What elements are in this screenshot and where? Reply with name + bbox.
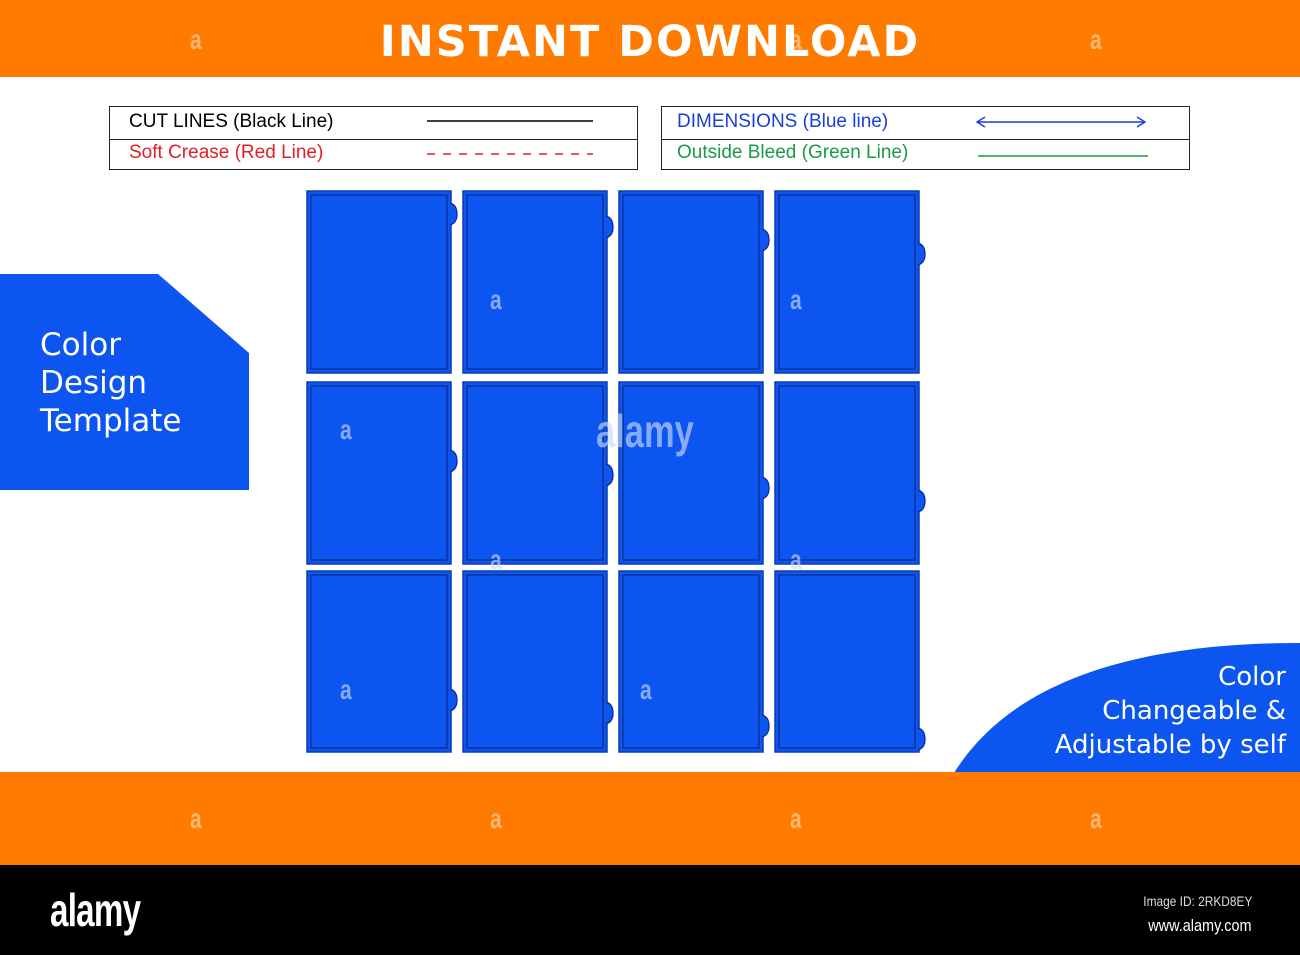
panel-bleed-edge xyxy=(462,381,608,565)
panel-bleed-edge xyxy=(774,381,920,565)
footer-url[interactable]: www.alamy.com xyxy=(1149,916,1252,936)
panel-bleed-edge xyxy=(774,190,920,374)
panel-cut-line xyxy=(310,574,448,749)
legend-row-outside-bleed: Outside Bleed (Green Line) xyxy=(662,139,1189,171)
panel-cut-line xyxy=(622,194,760,370)
bleed-line-sample xyxy=(978,155,1148,157)
panel-tab xyxy=(761,714,770,738)
panel-cut-line xyxy=(622,574,760,749)
dieline-panel xyxy=(306,190,458,374)
legend-label-cut-lines: CUT LINES (Black Line) xyxy=(129,111,334,132)
panel-bleed-edge xyxy=(618,190,764,374)
panel-cut-line xyxy=(310,194,448,370)
dieline-panel xyxy=(462,190,614,374)
panel-tab xyxy=(761,476,770,500)
crease-line-sample xyxy=(427,153,593,155)
panel-tab xyxy=(917,242,926,266)
panel-bleed-edge xyxy=(462,570,608,753)
dimension-arrow-sample xyxy=(975,116,1147,128)
dieline-panel xyxy=(462,381,614,565)
panel-cut-line xyxy=(310,385,448,561)
watermark-glyph: a xyxy=(1090,803,1102,834)
side-badge-line: Template xyxy=(40,403,182,439)
dieline-panel xyxy=(306,570,458,753)
side-badge-text: Color Design Template xyxy=(40,326,181,440)
panel-tab xyxy=(917,489,926,513)
watermark-glyph: a xyxy=(340,414,352,445)
legend-row-cut-lines: CUT LINES (Black Line) xyxy=(110,107,637,138)
legend-label-outside-bleed: Outside Bleed (Green Line) xyxy=(677,142,909,163)
watermark-logo: alamy xyxy=(596,405,694,457)
panel-cut-line xyxy=(466,194,604,370)
legend-row-soft-crease: Soft Crease (Red Line) xyxy=(110,139,637,171)
watermark-glyph: a xyxy=(490,803,502,834)
watermark-glyph: a xyxy=(490,284,502,315)
watermark-glyph: a xyxy=(790,803,802,834)
panel-bleed-edge xyxy=(306,570,452,753)
panel-cut-line xyxy=(778,574,916,749)
panel-tab xyxy=(605,701,614,725)
corner-badge-text: Color Changeable & Adjustable by self xyxy=(1055,660,1286,762)
dieline-panel xyxy=(774,190,926,374)
dieline-panel xyxy=(462,570,614,753)
panel-bleed-edge xyxy=(618,570,764,753)
panel-cut-line xyxy=(778,385,916,561)
watermark-glyph: a xyxy=(640,674,652,705)
watermark-glyph: a xyxy=(790,24,802,55)
side-badge-line: Design xyxy=(40,365,148,401)
watermark-glyph: a xyxy=(790,284,802,315)
corner-badge-line: Changeable & xyxy=(1102,696,1286,726)
dieline-panel xyxy=(618,570,770,753)
panel-cut-line xyxy=(466,385,604,561)
panel-cut-line xyxy=(778,194,916,370)
watermark-glyph: a xyxy=(190,24,202,55)
panel-bleed-edge xyxy=(306,190,452,374)
dieline-panel xyxy=(306,381,458,565)
panel-bleed-edge xyxy=(306,381,452,565)
dieline-panel xyxy=(774,381,926,565)
legend-box-left: CUT LINES (Black Line) Soft Crease (Red … xyxy=(109,106,638,170)
panel-tab xyxy=(605,463,614,487)
panel-tab xyxy=(449,449,458,473)
watermark-glyph: a xyxy=(790,544,802,575)
panel-cut-line xyxy=(466,574,604,749)
side-badge-line: Color xyxy=(40,327,121,363)
image-id: Image ID: 2RKD8EY xyxy=(1142,893,1252,909)
cut-line-sample xyxy=(427,120,593,122)
corner-badge-line: Adjustable by self xyxy=(1054,730,1286,760)
watermark-glyph: a xyxy=(190,803,202,834)
panel-tab xyxy=(761,228,770,252)
alamy-logo: alamy xyxy=(50,884,141,936)
watermark-glyph: a xyxy=(1090,24,1102,55)
legend-box-right: DIMENSIONS (Blue line) Outside Bleed (Gr… xyxy=(661,106,1190,170)
watermark-glyph: a xyxy=(340,674,352,705)
legend-row-dimensions: DIMENSIONS (Blue line) xyxy=(662,107,1189,138)
panel-tab xyxy=(449,202,458,226)
corner-badge-line: Color xyxy=(1218,662,1286,692)
dieline-panel xyxy=(774,570,926,753)
panel-tab xyxy=(605,215,614,239)
footer: alamy Image ID: 2RKD8EY www.alamy.com xyxy=(0,865,1300,955)
panel-tab xyxy=(917,727,926,751)
panel-bleed-edge xyxy=(774,570,920,753)
dieline-panel xyxy=(618,190,770,374)
panel-tab xyxy=(449,688,458,712)
watermark-glyph: a xyxy=(490,544,502,575)
legend-label-dimensions: DIMENSIONS (Blue line) xyxy=(677,111,889,132)
panel-bleed-edge xyxy=(462,190,608,374)
legend-label-soft-crease: Soft Crease (Red Line) xyxy=(129,142,324,163)
